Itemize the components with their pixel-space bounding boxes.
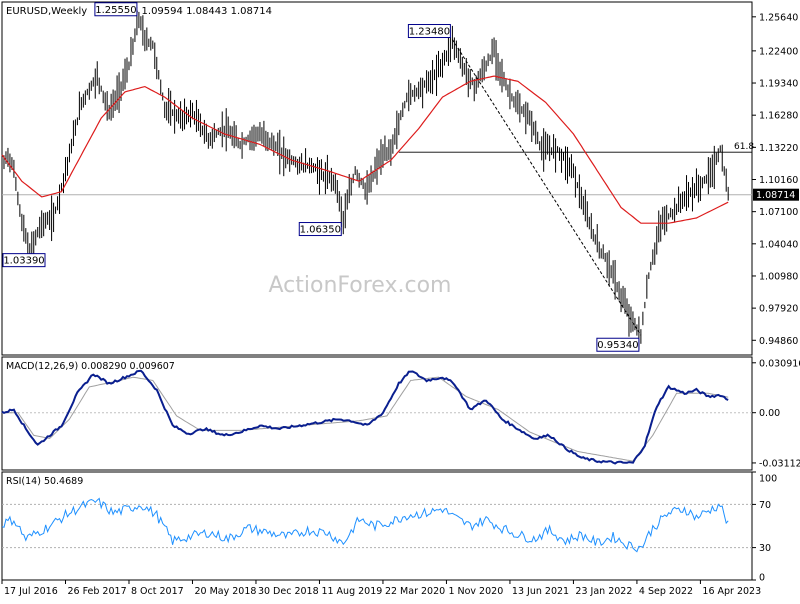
x-axis-tick-label: 8 Oct 2017 <box>131 586 184 597</box>
x-axis-tick-label: 20 May 2018 <box>194 586 256 597</box>
rsi-y-tick-label: 0 <box>759 573 765 584</box>
price-y-tick-label: 1.13220 <box>759 143 798 154</box>
x-axis-tick-label: 17 Jul 2016 <box>4 586 58 597</box>
swing-label-3: 1.23480 <box>409 27 450 38</box>
eurusd-weekly-chart[interactable]: ActionForex.com EURUSD,Weekly 1.09516 1.09… <box>0 0 800 600</box>
price-y-tick-label: 1.00980 <box>759 271 798 282</box>
price-y-tick-label: 1.07100 <box>759 207 798 218</box>
current-price-label: 1.08714 <box>756 190 795 201</box>
macd-y-tick-label: 0.030916 <box>759 358 800 369</box>
watermark-text: ActionForex.com <box>269 273 452 298</box>
x-axis-tick-label: 11 Aug 2019 <box>321 586 382 597</box>
price-y-tick-label: 0.97920 <box>759 304 798 315</box>
swing-label-1: 1.25550 <box>95 5 136 16</box>
x-axis-tick-label: 30 Dec 2018 <box>258 586 319 597</box>
rsi-label: RSI(14) 50.4689 <box>6 476 83 487</box>
rsi-panel-frame <box>1 471 753 581</box>
price-y-tick-label: 1.25640 <box>759 12 798 23</box>
swing-label-0: 1.03390 <box>3 256 44 267</box>
price-y-tick-label: 0.94860 <box>759 336 798 347</box>
macd-y-tick-label: 0.00 <box>759 408 780 419</box>
price-y-tick-label: 1.22400 <box>759 46 798 57</box>
chart-canvas: ActionForex.comEURUSD,Weekly 1.09516 1.09… <box>1 1 800 597</box>
chart-symbol-label: EURUSD,Weekly <box>6 6 87 17</box>
macd-y-tick-label: -0.031124 <box>759 458 800 469</box>
x-axis-tick-label: 4 Sep 2022 <box>639 586 693 597</box>
price-y-tick-label: 1.10160 <box>759 175 798 186</box>
rsi-y-tick-label: 70 <box>759 500 771 511</box>
macd-label: MACD(12,26,9) 0.008290 0.009607 <box>6 361 175 372</box>
rsi-y-tick-label: 30 <box>759 543 771 554</box>
price-y-tick-label: 1.19340 <box>759 79 798 90</box>
swing-label-4: 0.95340 <box>597 340 638 351</box>
rsi-y-tick-label: 100 <box>759 474 777 485</box>
x-axis-tick-label: 1 Nov 2020 <box>448 586 503 597</box>
x-axis-tick-label: 26 Feb 2017 <box>67 586 126 597</box>
swing-label-2: 1.06350 <box>300 225 341 236</box>
x-axis-tick-label: 22 Mar 2020 <box>385 586 445 597</box>
fib-61-8-label: 61.8 <box>734 142 754 152</box>
x-axis-tick-label: 23 Jan 2022 <box>575 586 632 597</box>
x-axis-tick-label: 13 Jun 2021 <box>512 586 569 597</box>
price-y-tick-label: 1.16280 <box>759 111 798 122</box>
x-axis-tick-label: 16 Apr 2023 <box>702 586 761 597</box>
price-y-tick-label: 1.04040 <box>759 239 798 250</box>
